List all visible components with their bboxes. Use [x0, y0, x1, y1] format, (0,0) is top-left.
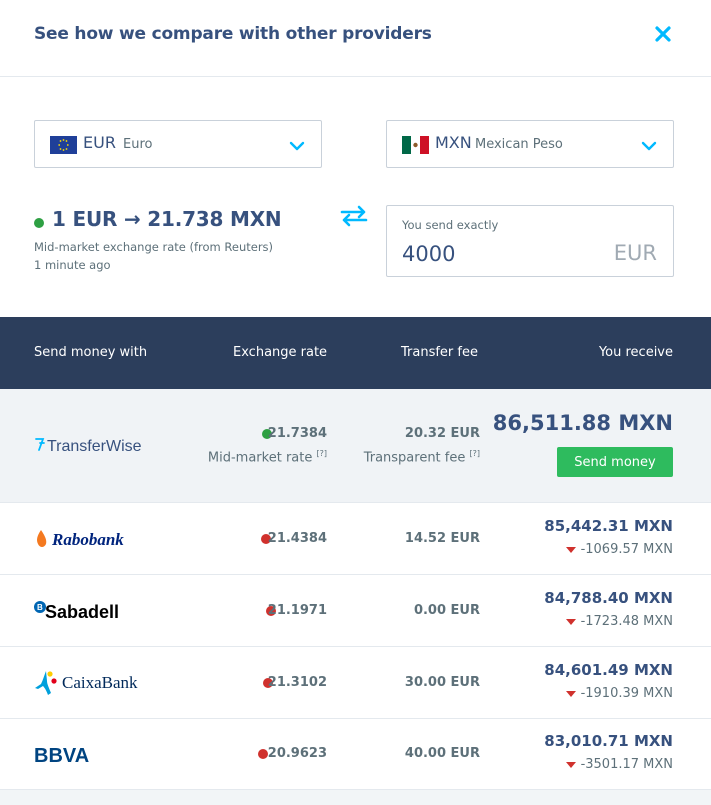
caixabank-logo: CaixaBank [34, 668, 146, 700]
transfer-fee-value: 20.32 EUR [404, 426, 480, 441]
receive-difference: -3501.17 MXN [565, 757, 673, 772]
converter-panel: EUR Euro MXN Mexican Peso 1 EUR → 21.738… [0, 77, 711, 317]
transfer-fee-value: 14.52 EUR [404, 531, 480, 546]
table-row: CaixaBank 21.3102 30.00 EUR 84,601.49 MX… [0, 647, 711, 719]
sabadell-logo: B Sabadell [34, 599, 134, 625]
transferwise-logo: TransferWise [34, 434, 146, 460]
rabobank-logo-text: Rabobank [51, 530, 124, 549]
comparison-table-header: Send money with Exchange rate Transfer f… [0, 317, 711, 389]
exchange-rate-value: 21.7384 [267, 426, 327, 441]
down-arrow-icon [565, 546, 576, 553]
column-header-you-receive: You receive [598, 345, 673, 360]
down-arrow-icon [565, 761, 576, 768]
send-money-button[interactable]: Send money [557, 447, 673, 477]
caixabank-logo-text: CaixaBank [62, 673, 138, 692]
fee-help-link[interactable]: [?] [470, 449, 481, 458]
rate-help-link[interactable]: [?] [317, 449, 328, 458]
table-row: BBVA 20.9623 40.00 EUR 83,010.71 MXN -35… [0, 719, 711, 790]
eu-flag-icon [50, 136, 77, 154]
bbva-logo: BBVA [34, 743, 96, 769]
receive-amount: 86,511.88 MXN [492, 411, 673, 435]
rate-status-dot [34, 218, 44, 228]
exchange-rate-summary: 1 EUR → 21.738 MXN [52, 207, 282, 231]
rate-updated: 1 minute ago [34, 258, 111, 272]
column-header-transfer-fee: Transfer fee [401, 345, 478, 360]
receive-amount: 84,601.49 MXN [544, 661, 673, 679]
transfer-fee-value: 40.00 EUR [404, 746, 480, 761]
from-currency-name: Euro [123, 137, 153, 152]
receive-difference: -1910.39 MXN [565, 686, 673, 701]
svg-text:B: B [37, 603, 43, 612]
modal-title: See how we compare with other providers [34, 24, 432, 44]
swap-currencies-icon[interactable] [339, 205, 369, 227]
bbva-logo-text: BBVA [34, 745, 89, 765]
send-amount-input[interactable] [402, 242, 592, 266]
table-row: Rabobank 21.4384 14.52 EUR 85,442.31 MXN… [0, 503, 711, 575]
exchange-rate-value: 21.3102 [267, 675, 327, 690]
rate-status-dot [258, 749, 268, 759]
send-amount-field[interactable]: You send exactly EUR [386, 205, 674, 277]
send-amount-label: You send exactly [402, 218, 499, 232]
transfer-fee-value: 30.00 EUR [404, 675, 480, 690]
receive-amount: 85,442.31 MXN [544, 517, 673, 535]
down-arrow-icon [565, 618, 576, 625]
exchange-rate-value: 20.9623 [267, 746, 327, 761]
chevron-down-icon [289, 141, 305, 151]
receive-difference: -1069.57 MXN [565, 542, 673, 557]
rate-source: Mid-market exchange rate (from Reuters) [34, 240, 274, 254]
from-currency-code: EUR [83, 133, 116, 152]
chevron-down-icon [641, 141, 657, 151]
rabobank-logo: Rabobank [34, 528, 139, 554]
send-amount-currency: EUR [613, 241, 657, 265]
column-header-provider: Send money with [34, 345, 148, 360]
exchange-rate-value: 21.1971 [267, 603, 327, 618]
sabadell-logo-text: Sabadell [45, 602, 119, 621]
rate-note: Mid-market rate [?] [207, 449, 328, 466]
receive-amount: 84,788.40 MXN [544, 589, 673, 607]
column-header-exchange-rate: Exchange rate [233, 345, 328, 360]
from-currency-select[interactable]: EUR Euro [34, 120, 322, 168]
transfer-fee-value: 0.00 EUR [413, 603, 480, 618]
modal-header: See how we compare with other providers [0, 0, 711, 77]
fee-note: Transparent fee [?] [363, 449, 481, 466]
mx-flag-icon [402, 136, 429, 154]
to-currency-code: MXN [435, 133, 472, 152]
receive-amount: 83,010.71 MXN [544, 732, 673, 750]
table-row: B Sabadell 21.1971 0.00 EUR 84,788.40 MX… [0, 575, 711, 647]
exchange-rate-value: 21.4384 [267, 531, 327, 546]
down-arrow-icon [565, 690, 576, 697]
close-icon[interactable] [653, 24, 673, 44]
to-currency-select[interactable]: MXN Mexican Peso [386, 120, 674, 168]
transferwise-logo-text: TransferWise [47, 438, 142, 455]
receive-difference: -1723.48 MXN [565, 614, 673, 629]
table-row-transferwise: TransferWise 21.7384 Mid-market rate [?]… [0, 389, 711, 503]
to-currency-name: Mexican Peso [475, 137, 563, 152]
